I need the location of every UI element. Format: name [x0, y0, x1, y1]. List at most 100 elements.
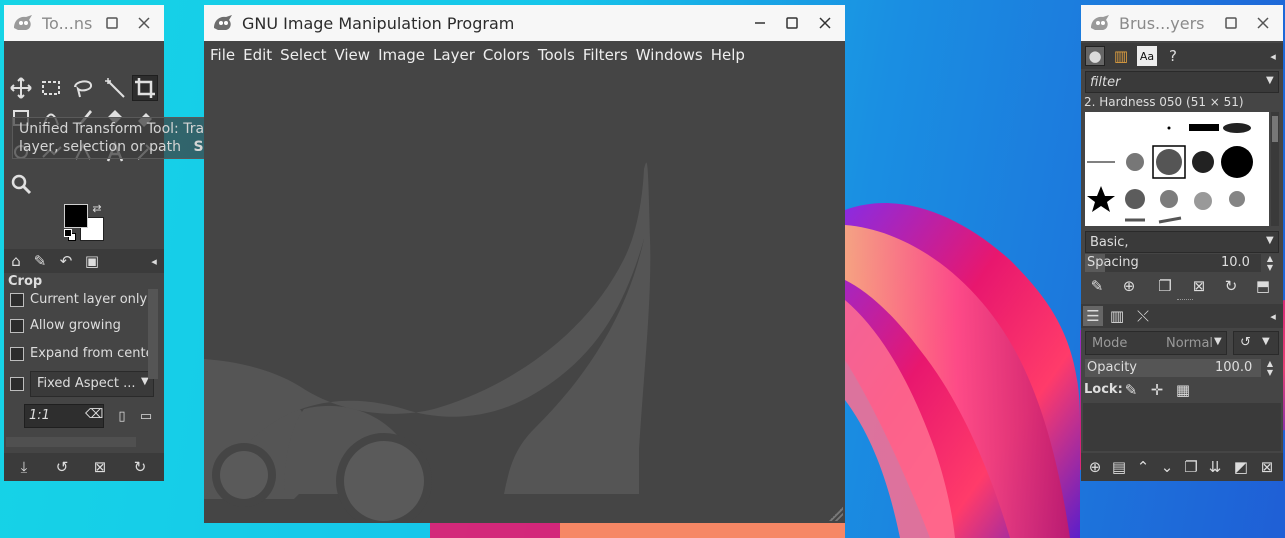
main-titlebar[interactable]: GNU Image Manipulation Program	[204, 5, 845, 41]
edit-brush-icon[interactable]: ✎	[1087, 276, 1107, 296]
raise-layer-icon[interactable]: ⌃	[1133, 457, 1153, 477]
empty-canvas-wilber-watermark[interactable]	[204, 69, 845, 523]
current-layer-only-checkbox[interactable]	[10, 293, 24, 307]
layer-list[interactable]	[1083, 403, 1281, 451]
lock-position-icon[interactable]: ✛	[1147, 380, 1167, 400]
spacing-slider[interactable]: Spacing 10.0	[1085, 254, 1261, 272]
lower-layer-icon[interactable]: ⌄	[1157, 457, 1177, 477]
fuzzy-select-icon[interactable]	[102, 75, 128, 101]
tool-options-tab-icon[interactable]: ⌂	[6, 251, 26, 271]
maximize-icon	[106, 17, 118, 29]
new-layer-group-icon[interactable]: ▤	[1109, 457, 1129, 477]
menu-filters[interactable]: Filters	[583, 46, 634, 64]
maximize-icon	[786, 17, 798, 29]
duplicate-layer-icon[interactable]: ❐	[1181, 457, 1201, 477]
layers-tab-icon[interactable]: ☰	[1083, 306, 1103, 326]
resize-grip-icon[interactable]	[829, 507, 843, 521]
maximize-button[interactable]	[1221, 13, 1241, 33]
close-button[interactable]	[815, 13, 835, 33]
allow-growing-checkbox[interactable]	[10, 319, 24, 333]
maximize-icon	[1225, 17, 1237, 29]
move-tool-icon[interactable]	[8, 75, 34, 101]
images-tab-icon[interactable]: ▣	[82, 251, 102, 271]
crop-tool-icon[interactable]	[132, 75, 158, 101]
brush-preset-value: Basic,	[1090, 235, 1129, 250]
channels-tab-icon[interactable]: ▥	[1107, 306, 1127, 326]
opacity-slider[interactable]: Opacity 100.0	[1085, 359, 1261, 377]
duplicate-brush-icon[interactable]: ❐	[1155, 276, 1175, 296]
undo-history-tab-icon[interactable]: ↶	[56, 251, 76, 271]
expand-from-center-checkbox[interactable]	[10, 347, 24, 361]
gimp-wilber-icon	[1091, 15, 1109, 30]
brush-preset-dropdown[interactable]: Basic, ▼	[1085, 231, 1279, 253]
gimp-wilber-icon	[14, 15, 32, 30]
opacity-stepper[interactable]: ▲ ▼	[1263, 359, 1277, 377]
delete-options-icon[interactable]: ⊠	[90, 457, 110, 477]
new-brush-icon[interactable]: ⊕	[1119, 276, 1139, 296]
fixed-aspect-checkbox[interactable]	[10, 377, 24, 391]
right-titlebar[interactable]: Brus...yers	[1081, 5, 1283, 41]
menu-windows[interactable]: Windows	[636, 46, 709, 64]
options-hscrollbar[interactable]	[6, 437, 136, 447]
rectangle-select-icon[interactable]	[38, 75, 64, 101]
menu-help[interactable]: Help	[711, 46, 751, 64]
lock-pixels-icon[interactable]: ✎	[1121, 380, 1141, 400]
save-options-icon[interactable]: ⤓	[14, 457, 34, 477]
mode-label: Mode	[1092, 336, 1128, 351]
menu-edit[interactable]: Edit	[243, 46, 278, 64]
layer-mode-dropdown[interactable]: Mode Normal ▼	[1085, 331, 1227, 355]
mask-layer-icon[interactable]: ◩	[1231, 457, 1251, 477]
toolbox-titlebar[interactable]: To...ns	[4, 5, 164, 41]
fonts-tab-icon[interactable]: Aa	[1137, 46, 1157, 66]
menu-select[interactable]: Select	[280, 46, 332, 64]
patterns-tab-icon[interactable]: ▥	[1111, 46, 1131, 66]
lock-alpha-icon[interactable]: ▦	[1173, 380, 1193, 400]
maximize-button[interactable]	[782, 13, 802, 33]
layers-dock-tabs: ☰ ▥ ⤬ ◂	[1081, 304, 1283, 328]
zoom-tool-icon[interactable]	[8, 171, 34, 197]
close-icon	[138, 17, 150, 29]
configure-tab-icon[interactable]: ◂	[1263, 306, 1283, 326]
anchor-layer-icon[interactable]: ⇊	[1205, 457, 1225, 477]
spacing-stepper[interactable]: ▲ ▼	[1263, 254, 1277, 272]
landscape-icon[interactable]: ▭	[136, 406, 156, 426]
menu-layer[interactable]: Layer	[433, 46, 481, 64]
delete-layer-icon[interactable]: ⊠	[1257, 457, 1277, 477]
menu-image[interactable]: Image	[378, 46, 431, 64]
open-brush-as-image-icon[interactable]: ⬒	[1253, 276, 1273, 296]
menu-view[interactable]: View	[334, 46, 376, 64]
close-button[interactable]	[1253, 13, 1273, 33]
paths-tab-icon[interactable]: ⤬	[1133, 306, 1153, 326]
device-status-tab-icon[interactable]: ✎	[30, 251, 50, 271]
refresh-brushes-icon[interactable]: ↻	[1221, 276, 1241, 296]
swap-colors-icon[interactable]: ⇄	[90, 201, 104, 215]
maximize-button[interactable]	[102, 13, 122, 33]
close-button[interactable]	[134, 13, 154, 33]
minimize-button[interactable]	[750, 13, 770, 33]
brush-grid[interactable]	[1085, 112, 1269, 226]
foreground-color-swatch[interactable]	[64, 204, 88, 228]
portrait-icon[interactable]: ▯	[112, 406, 132, 426]
reset-mode-button[interactable]: ↺ ▼	[1233, 331, 1279, 355]
free-select-icon[interactable]	[70, 75, 96, 101]
restore-options-icon[interactable]: ↺	[52, 457, 72, 477]
close-icon	[1257, 17, 1269, 29]
default-colors-icon[interactable]	[64, 229, 76, 241]
options-scrollbar[interactable]	[148, 289, 158, 379]
clear-input-icon[interactable]: ⌫	[85, 407, 103, 422]
brush-grid-scrollbar[interactable]	[1271, 112, 1279, 226]
reset-options-icon[interactable]: ↻	[130, 457, 150, 477]
brush-filter-input[interactable]: filter ▼	[1085, 71, 1279, 93]
delete-brush-icon[interactable]: ⊠	[1189, 276, 1209, 296]
configure-tab-icon[interactable]: ◂	[1263, 46, 1283, 66]
configure-tab-icon[interactable]: ◂	[144, 251, 164, 271]
new-layer-icon[interactable]: ⊕	[1085, 457, 1105, 477]
menu-file[interactable]: File	[210, 46, 241, 64]
brushes-tab-icon[interactable]: ●	[1085, 46, 1105, 66]
fixed-aspect-dropdown[interactable]: Fixed Aspect ... ▼	[30, 371, 154, 397]
aspect-ratio-input[interactable]: 1:1 ⌫	[24, 404, 104, 428]
menu-tools[interactable]: Tools	[538, 46, 581, 64]
help-tab-icon[interactable]: ?	[1163, 46, 1183, 66]
menu-colors[interactable]: Colors	[483, 46, 536, 64]
dock-separator[interactable]	[1177, 299, 1193, 302]
